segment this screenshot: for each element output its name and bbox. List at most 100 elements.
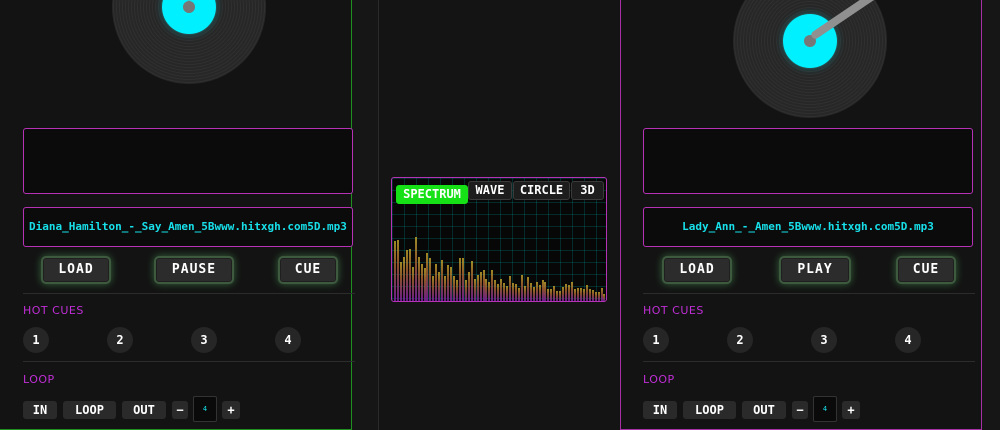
deck-b-hot-cue-2[interactable]: 2 [727,327,753,353]
deck-a-hot-cue-3[interactable]: 3 [191,327,217,353]
deck-a-cue-button[interactable]: CUE [278,256,338,284]
spectrum-bar [405,249,408,301]
deck-a-track-filename: Diana_Hamilton_-_Say_Amen_5Bwww.hitxgh.c… [23,207,353,247]
divider [643,293,975,294]
spectrum-bar [396,239,399,301]
deck-b-hot-cue-3[interactable]: 3 [811,327,837,353]
viz-tab-circle[interactable]: CIRCLE [513,181,570,200]
deck-a-loop-in-button[interactable]: IN [23,401,57,419]
spectrum-bar [408,248,411,301]
spectrum-bar [588,289,591,301]
spectrum-bar [529,283,532,301]
spectrum-bar [458,257,461,301]
deck-b-hot-cue-1[interactable]: 1 [643,327,669,353]
spectrum-bar [538,285,541,301]
spectrum-bar [594,291,597,301]
deck-b-loop-label: LOOP [643,373,675,386]
spectrum-bar [438,272,441,301]
deck-b-hot-cue-4[interactable]: 4 [895,327,921,353]
spectrum-bar [556,290,559,301]
deck-b-cue-button[interactable]: CUE [896,256,956,284]
viz-tab-spectrum[interactable]: SPECTRUM [396,185,468,204]
spectrum-bar [603,293,606,301]
spectrum-bar [553,285,556,301]
deck-b-loop-out-button[interactable]: OUT [742,401,786,419]
spectrum-bar [394,241,396,301]
deck-b-hot-cues-label: HOT CUES [643,304,704,317]
spectrum-bar [441,260,444,301]
spectrum-bar [473,279,476,301]
deck-a-loop-length[interactable]: 4 [193,396,217,422]
spectrum-bar [450,267,453,301]
deck-a-hot-cues-label: HOT CUES [23,304,84,317]
spectrum-bar [573,289,576,301]
spectrum-bar [453,276,455,301]
spectrum-bar [517,288,520,301]
spectrum-bar [562,287,565,301]
spectrum-bar [523,286,526,301]
spectrum-bar [432,276,435,301]
divider [23,293,355,294]
spectrum-bar [470,260,473,301]
deck-a-loop-minus-button[interactable]: − [172,401,188,419]
viz-tab-3d[interactable]: 3D [571,181,604,200]
deck-a-spindle [183,1,195,13]
deck-b-loop-in-button[interactable]: IN [643,401,677,419]
spectrum-bar [435,264,438,301]
spectrum-bar [411,267,414,301]
deck-b-loop-minus-button[interactable]: − [792,401,808,419]
spectrum-bar [447,264,450,301]
deck-a-hot-cue-4[interactable]: 4 [275,327,301,353]
spectrum-bar [565,284,568,301]
spectrum-bar [535,281,538,301]
spectrum-bar [526,276,529,301]
spectrum-bar [461,257,464,301]
deck-b-loop-length[interactable]: 4 [813,396,837,422]
spectrum-bar [520,275,523,301]
spectrum-bar [414,237,417,301]
spectrum-bar [597,292,600,301]
spectrum-bar [423,268,426,301]
spectrum-bar [506,286,509,301]
deck-a-load-button[interactable]: LOAD [41,256,111,284]
deck-a-hot-cue-1[interactable]: 1 [23,327,49,353]
spectrum-bar [582,289,585,301]
deck-b-play-button[interactable]: PLAY [779,256,851,284]
spectrum-bar [509,276,512,301]
spectrum-bar [600,288,603,301]
spectrum-bar [512,283,514,301]
spectrum-bar [544,282,547,301]
spectrum-bar [426,253,429,301]
deck-a-loop-plus-button[interactable]: + [222,401,240,419]
spectrum-bar [579,288,582,301]
deck-a-loop-button[interactable]: LOOP [63,401,116,419]
spectrum-bar [402,257,405,301]
spectrum-bar [479,272,482,301]
spectrum-bar [550,288,553,301]
spectrum-bar [455,280,458,301]
deck-a-loop-out-button[interactable]: OUT [122,401,166,419]
spectrum-bar [559,291,562,301]
spectrum-bar [500,278,503,301]
spectrum-bar [417,257,420,301]
deck-b-loop-plus-button[interactable]: + [842,401,860,419]
divider [23,361,355,362]
spectrum-bar [576,288,579,301]
deck-a-hot-cue-2[interactable]: 2 [107,327,133,353]
spectrum-bar [514,283,517,301]
spectrum-bar [482,270,485,301]
spectrum-bar [399,261,402,301]
spectrum-bar [547,289,550,301]
spectrum-bar [494,279,497,301]
spectrum-bar [591,289,594,301]
spectrum-bar [467,272,470,301]
spectrum-bar [429,257,432,301]
spectrum-bar [444,275,447,301]
deck-b-loop-button[interactable]: LOOP [683,401,736,419]
spectrum-bar [541,280,544,301]
deck-b-load-button[interactable]: LOAD [662,256,732,284]
deck-a-pause-button[interactable]: PAUSE [154,256,234,284]
spectrum-bar [571,282,573,301]
spectrum-bar [488,282,491,301]
viz-tab-wave[interactable]: WAVE [468,181,512,200]
